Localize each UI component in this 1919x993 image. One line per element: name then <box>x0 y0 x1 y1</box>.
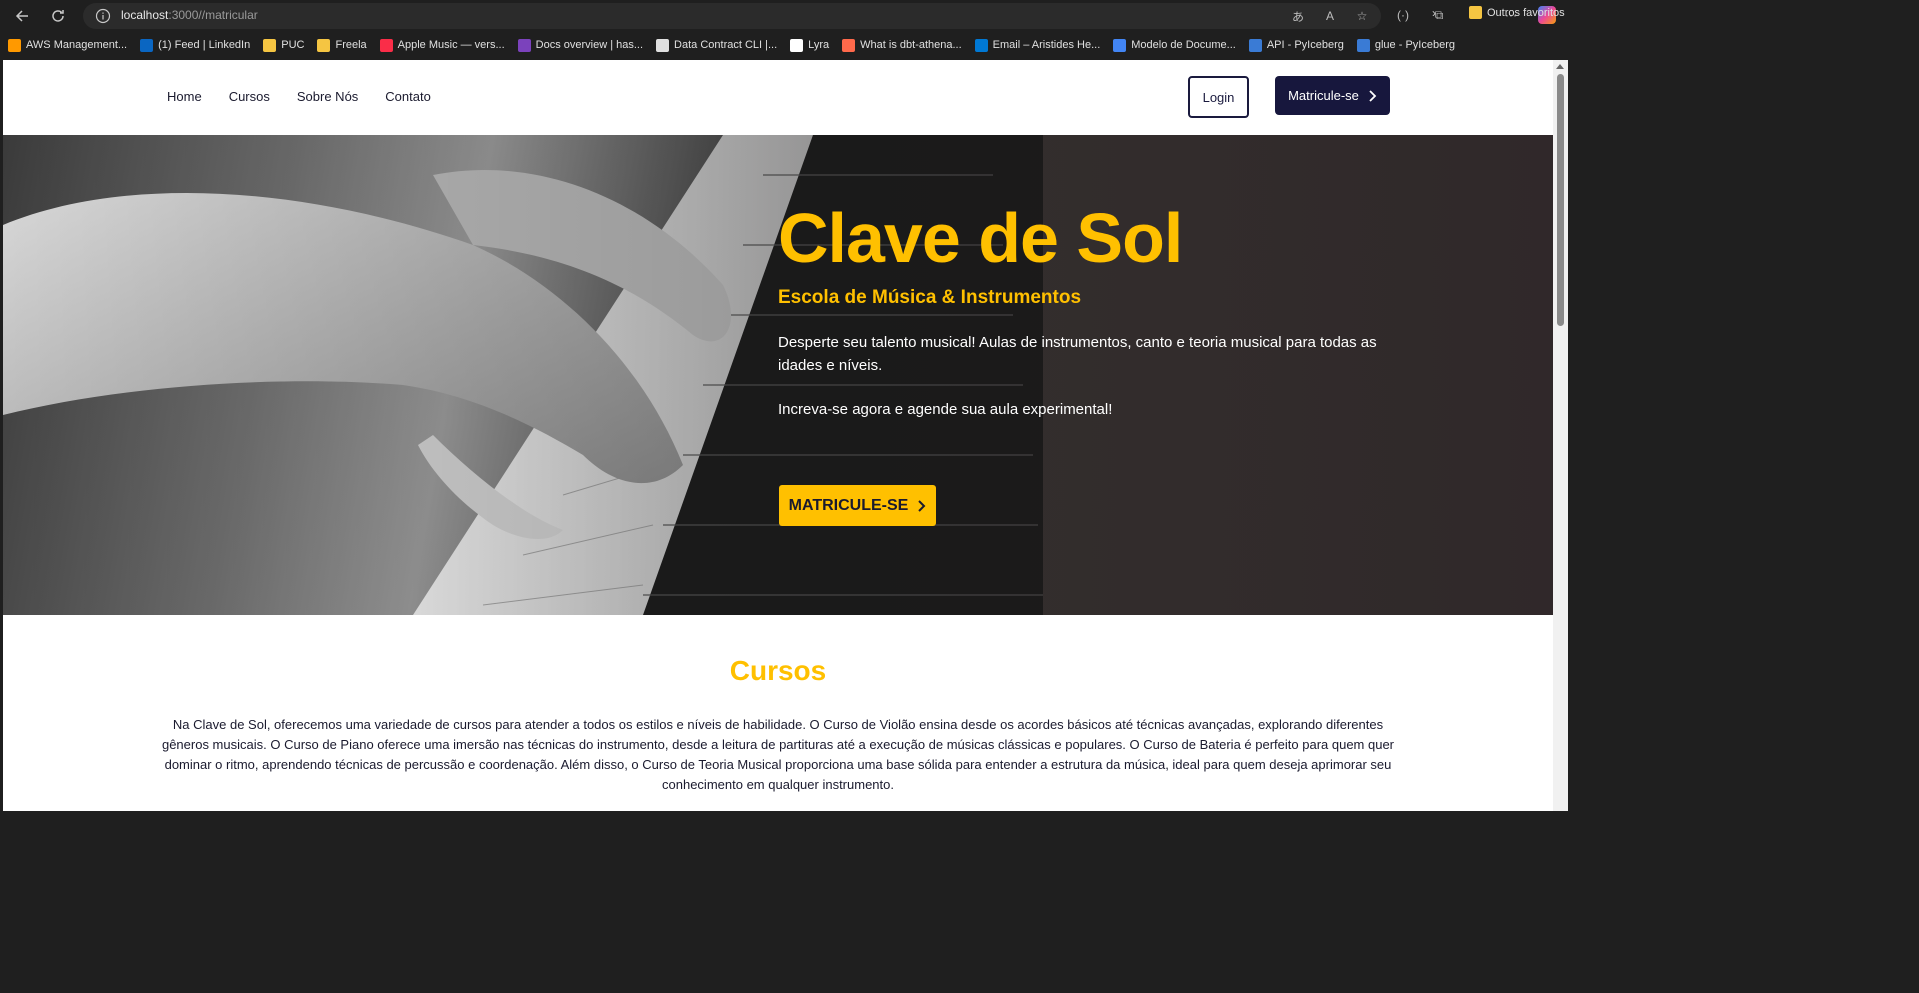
bookmark-favicon-icon <box>263 38 277 52</box>
bookmark-item[interactable]: PUC <box>263 38 305 52</box>
nav-home[interactable]: Home <box>167 89 202 104</box>
hero-enroll-button[interactable]: MATRICULE-SE <box>779 485 936 526</box>
translate-icon[interactable]: あ <box>1289 7 1307 25</box>
bookmark-item[interactable]: (1) Feed | LinkedIn <box>140 38 251 52</box>
bookmark-favicon-icon <box>517 38 531 52</box>
bookmark-favicon-icon <box>656 38 670 52</box>
bookmark-item[interactable]: Modelo de Docume... <box>1113 38 1236 52</box>
bookmark-item[interactable]: What is dbt-athena... <box>842 38 962 52</box>
bookmark-label: Apple Music — vers... <box>397 39 505 51</box>
bookmark-label: Docs overview | has... <box>535 39 644 51</box>
hero-description: Desperte seu talento musical! Aulas de i… <box>778 334 1377 374</box>
browser-toolbar: localhost:3000//matricular あ A ☆ (·) ⧉ ☆… <box>0 0 1568 32</box>
cursos-title: Cursos <box>729 655 827 686</box>
scroll-up-icon[interactable] <box>1556 64 1564 69</box>
chevron-right-icon[interactable]: › <box>1432 6 1436 20</box>
site-header: Home Cursos Sobre Nós Contato Login Matr… <box>3 60 1553 135</box>
nav-sobre-nos[interactable]: Sobre Nós <box>297 89 358 104</box>
nav-contato[interactable]: Contato <box>385 89 431 104</box>
bookmark-favicon-icon <box>974 38 988 52</box>
bookmark-label: PUC <box>281 39 305 51</box>
scroll-thumb[interactable] <box>1557 74 1564 326</box>
bookmark-label: API - PyIceberg <box>1266 39 1344 51</box>
hero-enroll-label: MATRICULE-SE <box>788 496 909 514</box>
bookmark-label: Lyra <box>808 39 830 51</box>
bookmark-favicon-icon <box>1248 38 1262 52</box>
enroll-button-label: Matricule-se <box>1288 88 1359 103</box>
hero-section: Clave de Sol Escola de Música & Instrume… <box>3 135 1553 615</box>
bookmark-label: AWS Management... <box>26 39 128 51</box>
page-scrollbar[interactable] <box>1553 60 1568 811</box>
chevron-right-icon <box>918 499 926 512</box>
bookmark-label: glue - PyIceberg <box>1374 39 1455 51</box>
other-favorites[interactable]: Outros favoritos <box>1469 6 1565 19</box>
cursos-description: Na Clave de Sol, oferecemos uma variedad… <box>161 717 1395 792</box>
star-icon[interactable]: ☆ <box>1353 7 1371 25</box>
bookmark-favicon-icon <box>842 38 856 52</box>
bookmark-favicon-icon <box>1113 38 1127 52</box>
bookmark-item[interactable]: API - PyIceberg <box>1248 38 1344 52</box>
bookmark-favicon-icon <box>8 38 21 52</box>
hero-title: Clave de Sol <box>778 199 1183 277</box>
bookmark-item[interactable]: Lyra <box>790 38 830 52</box>
chevron-right-icon <box>1369 89 1377 102</box>
bookmark-item[interactable]: Apple Music — vers... <box>379 38 505 52</box>
bookmark-item[interactable]: AWS Management... <box>8 38 128 52</box>
bookmark-item[interactable]: Freela <box>317 38 367 52</box>
address-bar[interactable]: localhost:3000//matricular あ A ☆ <box>83 3 1381 29</box>
bookmark-favicon-icon <box>1356 38 1370 52</box>
bookmark-label: Email – Aristides He... <box>992 39 1101 51</box>
main-nav: Home Cursos Sobre Nós Contato <box>167 89 431 104</box>
bookmark-item[interactable]: Docs overview | has... <box>517 38 644 52</box>
login-button[interactable]: Login <box>1188 76 1249 118</box>
reload-icon[interactable] <box>44 2 72 30</box>
nav-cursos[interactable]: Cursos <box>229 89 270 104</box>
cursos-section: Cursos Na Clave de Sol, oferecemos uma v… <box>3 615 1553 811</box>
hero-subtitle: Escola de Música & Instrumentos <box>778 287 1082 308</box>
bookmark-favicon-icon <box>317 38 331 52</box>
bookmark-favicon-icon <box>379 38 393 52</box>
bookmark-item[interactable]: Data Contract CLI |... <box>656 38 778 52</box>
page-viewport: Home Cursos Sobre Nós Contato Login Matr… <box>3 60 1553 811</box>
info-icon[interactable] <box>95 8 111 24</box>
bookmark-item[interactable]: Email – Aristides He... <box>974 38 1101 52</box>
folder-icon <box>1469 6 1482 19</box>
url-text: localhost:3000//matricular <box>121 8 258 22</box>
bookmark-label: What is dbt-athena... <box>860 39 962 51</box>
back-icon[interactable] <box>8 2 36 30</box>
bookmark-favicon-icon <box>790 38 804 52</box>
bookmark-favicon-icon <box>140 38 154 52</box>
extension-status-icon[interactable]: (·) <box>1394 6 1412 24</box>
bookmark-item[interactable]: glue - PyIceberg <box>1356 38 1455 52</box>
bookmark-label: Data Contract CLI |... <box>674 39 778 51</box>
read-aloud-icon[interactable]: A <box>1321 7 1339 25</box>
enroll-button[interactable]: Matricule-se <box>1275 76 1390 115</box>
bookmark-label: Modelo de Docume... <box>1131 39 1236 51</box>
hero-call-text: Increva-se agora e agende sua aula exper… <box>778 401 1113 418</box>
bookmark-label: Freela <box>335 39 367 51</box>
bookmark-label: (1) Feed | LinkedIn <box>158 39 251 51</box>
bookmarks-bar: AWS Management... (1) Feed | LinkedIn PUC F… <box>0 32 1568 58</box>
